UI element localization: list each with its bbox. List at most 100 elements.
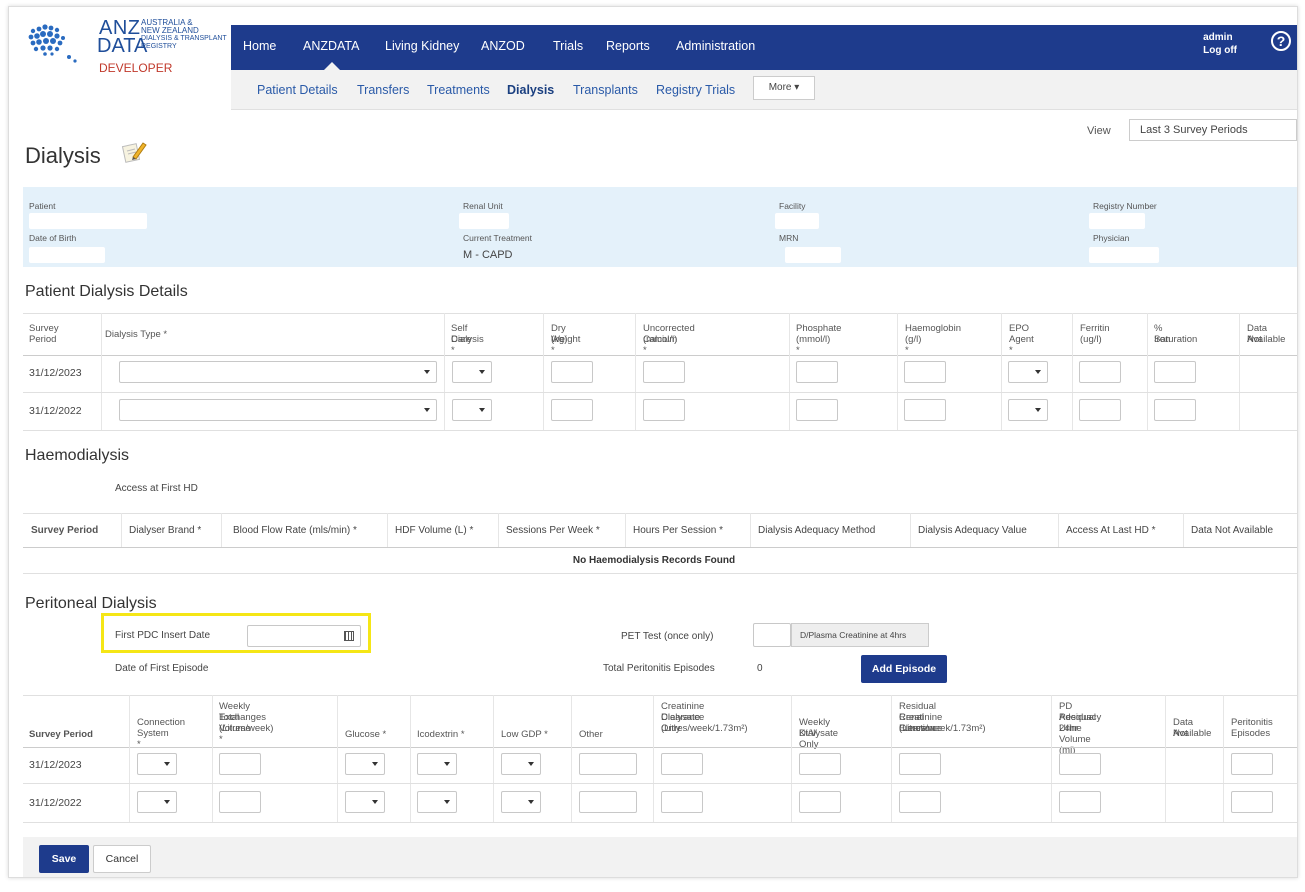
environment-label: DEVELOPER	[99, 61, 173, 75]
divider	[23, 313, 1297, 314]
saturation-input-2023[interactable]	[1154, 361, 1196, 383]
pd-table-row-2-period: 31/12/2022	[29, 797, 82, 809]
residual-urine-input-2023[interactable]	[1059, 753, 1101, 775]
tab-patient-details[interactable]: Patient Details	[257, 83, 338, 97]
registry-number-label: Registry Number	[1093, 201, 1157, 211]
dry-weight-input-2022[interactable]	[551, 399, 593, 421]
low-gdp-select-2023[interactable]	[501, 753, 541, 775]
chevron-down-icon	[479, 370, 485, 374]
help-icon[interactable]: ?	[1271, 31, 1291, 51]
first-pdc-label: First PDC Insert Date	[115, 630, 211, 641]
peritonitis-episodes-input-2023[interactable]	[1231, 753, 1273, 775]
chevron-down-icon	[528, 762, 534, 766]
tab-treatments[interactable]: Treatments	[427, 83, 490, 97]
current-treatment-value: M - CAPD	[463, 249, 513, 261]
mrn-value	[785, 247, 841, 263]
more-dropdown-button[interactable]: More ▾	[753, 76, 815, 100]
creatinine-clearance-input-2023[interactable]	[661, 753, 703, 775]
physician-label: Physician	[1093, 233, 1130, 243]
saturation-input-2022[interactable]	[1154, 399, 1196, 421]
weekly-exchanges-input-2022[interactable]	[219, 791, 261, 813]
patient-dialysis-header: Survey Period Dialysis Type * Self Care Di…	[29, 323, 1286, 356]
haemodialysis-header: Survey Period Dialyser Brand * Blood Flo…	[31, 525, 1274, 536]
glucose-select-2023[interactable]	[345, 753, 385, 775]
nav-anzdata[interactable]: ANZDATA	[303, 39, 359, 53]
ferritin-input-2023[interactable]	[1079, 361, 1121, 383]
pd-table-row-1-period: 31/12/2023	[29, 759, 82, 771]
access-first-hd-label: Access at First HD	[115, 483, 198, 494]
residual-renal-input-2023[interactable]	[899, 753, 941, 775]
epo-select-2023[interactable]	[1008, 361, 1048, 383]
residual-renal-input-2022[interactable]	[899, 791, 941, 813]
chevron-down-icon	[372, 800, 378, 804]
chevron-down-icon	[1035, 408, 1041, 412]
cancel-button[interactable]: Cancel	[93, 845, 151, 873]
calcium-input-2023[interactable]	[643, 361, 685, 383]
icodextrin-select-2022[interactable]	[417, 791, 457, 813]
pd-row-2-period: 31/12/2022	[29, 405, 82, 417]
peritonitis-episodes-input-2022[interactable]	[1231, 791, 1273, 813]
chevron-down-icon	[479, 408, 485, 412]
nav-anzod[interactable]: ANZOD	[481, 39, 525, 53]
current-treatment-label: Current Treatment	[463, 233, 532, 243]
connection-system-select-2022[interactable]	[137, 791, 177, 813]
logoff-link[interactable]: Log off	[1203, 44, 1237, 57]
nav-home[interactable]: Home	[243, 39, 276, 53]
anzdata-logo[interactable]: ANZ DATA AUSTRALIA & NEW ZEALAND DIALYSI…	[19, 13, 229, 83]
connection-system-select-2023[interactable]	[137, 753, 177, 775]
chevron-down-icon	[424, 370, 430, 374]
haemoglobin-input-2022[interactable]	[904, 399, 946, 421]
haemodialysis-heading: Haemodialysis	[25, 447, 130, 464]
nav-trials[interactable]: Trials	[553, 39, 583, 53]
page-title: Dialysis	[25, 143, 101, 168]
low-gdp-select-2022[interactable]	[501, 791, 541, 813]
view-period-select[interactable]: Last 3 Survey Periods	[1129, 119, 1297, 141]
haemoglobin-input-2023[interactable]	[904, 361, 946, 383]
residual-urine-input-2022[interactable]	[1059, 791, 1101, 813]
phosphate-input-2023[interactable]	[796, 361, 838, 383]
weekly-exchanges-input-2023[interactable]	[219, 753, 261, 775]
calcium-input-2022[interactable]	[643, 399, 685, 421]
phosphate-input-2022[interactable]	[796, 399, 838, 421]
chevron-down-icon	[1035, 370, 1041, 374]
renal-unit-label: Renal Unit	[463, 201, 503, 211]
add-episode-button[interactable]: Add Episode	[861, 655, 947, 683]
peritoneal-heading: Peritoneal Dialysis	[25, 595, 157, 612]
ferritin-input-2022[interactable]	[1079, 399, 1121, 421]
nav-administration[interactable]: Administration	[676, 39, 755, 53]
app-window: ANZ DATA AUSTRALIA & NEW ZEALAND DIALYSI…	[8, 6, 1298, 878]
brand-subtitle: AUSTRALIA & NEW ZEALAND DIALYSIS & TRANS…	[141, 18, 227, 51]
epo-select-2022[interactable]	[1008, 399, 1048, 421]
physician-value	[1089, 247, 1159, 263]
icodextrin-select-2023[interactable]	[417, 753, 457, 775]
chevron-down-icon	[164, 800, 170, 804]
edit-note-icon[interactable]	[121, 139, 147, 163]
self-care-select-2022[interactable]	[452, 399, 492, 421]
nav-living-kidney[interactable]: Living Kidney	[385, 39, 459, 53]
first-pdc-date-input[interactable]	[247, 625, 361, 647]
dialysis-type-select-2022[interactable]	[119, 399, 437, 421]
first-episode-label: Date of First Episode	[115, 663, 209, 674]
glucose-select-2022[interactable]	[345, 791, 385, 813]
calendar-icon[interactable]	[344, 631, 354, 641]
pet-test-label: PET Test (once only)	[621, 631, 714, 642]
other-input-2022[interactable]	[579, 791, 637, 813]
active-nav-indicator	[324, 62, 340, 70]
weekly-ktv-input-2022[interactable]	[799, 791, 841, 813]
tab-dialysis[interactable]: Dialysis	[507, 83, 554, 97]
tab-transplants[interactable]: Transplants	[573, 83, 638, 97]
self-care-select-2023[interactable]	[452, 361, 492, 383]
creatinine-clearance-input-2022[interactable]	[661, 791, 703, 813]
pet-test-input[interactable]	[753, 623, 791, 647]
tab-transfers[interactable]: Transfers	[357, 83, 409, 97]
save-button[interactable]: Save	[39, 845, 89, 873]
other-input-2023[interactable]	[579, 753, 637, 775]
globe-logo-icon	[28, 24, 77, 63]
dialysis-type-select-2023[interactable]	[119, 361, 437, 383]
weekly-ktv-input-2023[interactable]	[799, 753, 841, 775]
dry-weight-input-2023[interactable]	[551, 361, 593, 383]
patient-value	[29, 213, 147, 229]
total-peritonitis-label: Total Peritonitis Episodes	[603, 663, 715, 674]
tab-registry-trials[interactable]: Registry Trials	[656, 83, 735, 97]
nav-reports[interactable]: Reports	[606, 39, 650, 53]
